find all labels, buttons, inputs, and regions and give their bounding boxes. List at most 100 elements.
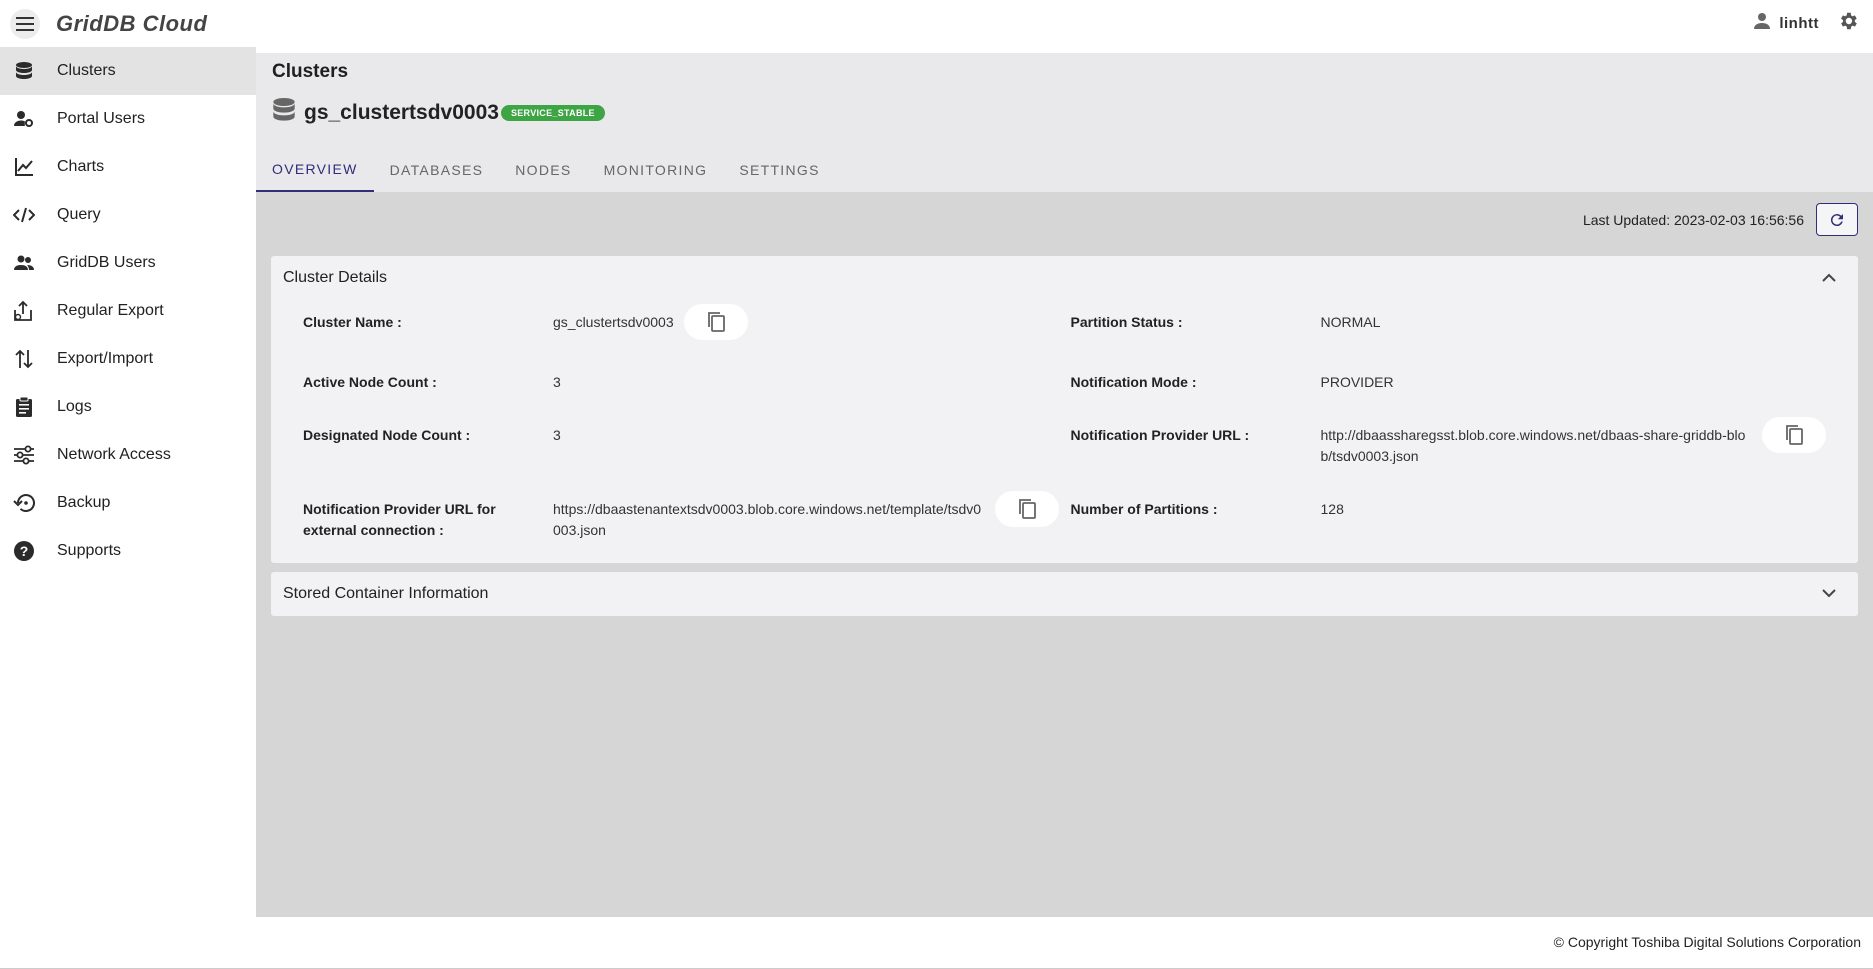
sidebar-item-network-access[interactable]: Network Access: [0, 431, 256, 479]
page-title: Clusters: [272, 61, 349, 82]
sidebar-item-label: Clusters: [57, 62, 116, 79]
sidebar-item-label: Supports: [57, 542, 122, 559]
sidebar-item-label: Backup: [57, 494, 111, 511]
sidebar-item-supports[interactable]: ? Supports: [0, 527, 256, 575]
chevron-up-icon: [1822, 269, 1836, 287]
main-content: Clusters gs_clustertsdv0003 SERVICE_STAB…: [256, 53, 1873, 917]
page-header: Clusters gs_clustertsdv0003 SERVICE_STAB…: [256, 53, 1873, 192]
sidebar-item-regular-export[interactable]: Regular Export: [0, 287, 256, 335]
detail-row-cluster-name: Cluster Name : gs_clustertsdv0003: [303, 304, 1059, 372]
svg-text:?: ?: [20, 543, 29, 559]
detail-value: http://dbaassharegsst.blob.core.windows.…: [1320, 427, 1746, 464]
cluster-name: gs_clustertsdv0003: [304, 100, 499, 124]
help-icon: ?: [13, 540, 35, 562]
database-icon: [272, 96, 296, 129]
detail-row-provider-url: Notification Provider URL : http://dbaas…: [1070, 417, 1826, 499]
detail-row-partition-status: Partition Status : NORMAL: [1071, 312, 1827, 372]
users-icon: [13, 252, 35, 274]
tab-monitoring[interactable]: MONITORING: [588, 148, 724, 192]
detail-row-notification-mode: Notification Mode : PROVIDER: [1071, 372, 1827, 425]
detail-label: Partition Status :: [1070, 314, 1183, 330]
top-bar: linhtt: [256, 0, 1873, 47]
line-chart-icon: [13, 156, 35, 178]
tab-bar: OVERVIEW DATABASES NODES MONITORING SETT…: [256, 148, 836, 192]
export-icon: [13, 300, 35, 322]
last-updated-row: Last Updated: 2023-02-03 16:56:56: [271, 192, 1858, 247]
cluster-title-row: gs_clustertsdv0003 SERVICE_STABLE: [272, 96, 1857, 129]
detail-value: 3: [553, 427, 561, 443]
copy-button[interactable]: [1762, 417, 1826, 453]
overview-content: Last Updated: 2023-02-03 16:56:56 Cluste…: [256, 192, 1873, 616]
sidebar-item-label: Regular Export: [57, 302, 164, 319]
detail-label: Notification Provider URL :: [1070, 427, 1250, 443]
user-icon: [1753, 12, 1771, 35]
sidebar-item-portal-users[interactable]: Portal Users: [0, 95, 256, 143]
sidebar-item-label: Portal Users: [57, 110, 146, 127]
brand-row: GridDB Cloud: [0, 0, 256, 47]
chevron-down-icon: [1822, 585, 1836, 603]
sidebar-item-griddb-users[interactable]: GridDB Users: [0, 239, 256, 287]
gear-icon[interactable]: [1837, 10, 1859, 37]
code-icon: [13, 204, 35, 226]
stored-container-header[interactable]: Stored Container Information: [271, 572, 1858, 616]
brand-logo: GridDB Cloud: [56, 10, 208, 36]
sidebar-item-logs[interactable]: Logs: [0, 383, 256, 431]
detail-value: 3: [553, 374, 561, 390]
refresh-icon: [1830, 213, 1843, 226]
copy-button[interactable]: [994, 491, 1059, 527]
sidebar-item-clusters[interactable]: Clusters: [0, 47, 256, 95]
backup-icon: [13, 492, 35, 514]
detail-value: 128: [1320, 501, 1344, 517]
sidebar: GridDB Cloud Clusters Portal Users Chart…: [0, 0, 256, 917]
clipboard-icon: [13, 396, 35, 418]
database-icon: [13, 60, 35, 82]
stored-container-panel: Stored Container Information: [271, 572, 1858, 616]
sidebar-item-label: Export/Import: [57, 350, 154, 367]
details-left-column: Cluster Name : gs_clustertsdv0003 Active…: [303, 304, 1059, 541]
footer: © Copyright Toshiba Digital Solutions Co…: [0, 917, 1873, 969]
detail-label: Notification Mode :: [1070, 374, 1197, 390]
sidebar-item-label: Charts: [57, 158, 105, 175]
panel-title: Stored Container Information: [283, 585, 489, 602]
tab-settings[interactable]: SETTINGS: [723, 148, 835, 192]
status-badge: SERVICE_STABLE: [500, 104, 605, 121]
sidebar-item-export-import[interactable]: Export/Import: [0, 335, 256, 383]
panel-title: Cluster Details: [283, 269, 388, 286]
user-menu[interactable]: linhtt: [1753, 12, 1819, 35]
detail-value: PROVIDER: [1320, 374, 1394, 390]
detail-label: Number of Partitions :: [1070, 501, 1218, 517]
user-gear-icon: [13, 108, 35, 130]
tab-overview[interactable]: OVERVIEW: [256, 148, 374, 192]
detail-value: gs_clustertsdv0003: [553, 314, 674, 330]
detail-value: https://dbaastenantextsdv0003.blob.core.…: [553, 501, 982, 538]
sidebar-item-label: Query: [57, 206, 101, 223]
detail-label: Cluster Name :: [303, 314, 402, 330]
copyright-text: © Copyright Toshiba Digital Solutions Co…: [1553, 934, 1861, 950]
tab-nodes[interactable]: NODES: [499, 148, 587, 192]
sidebar-item-charts[interactable]: Charts: [0, 143, 256, 191]
detail-label: Notification Provider URL for external c…: [303, 501, 496, 538]
sidebar-item-label: Network Access: [57, 446, 171, 463]
network-icon: [13, 444, 35, 466]
detail-row-active-node-count: Active Node Count : 3: [303, 372, 1059, 425]
details-right-column: Partition Status : NORMAL Notification M…: [1070, 312, 1827, 541]
tab-databases[interactable]: DATABASES: [374, 148, 500, 192]
cluster-details-panel: Cluster Details Cluster Name : gs_cluste…: [271, 256, 1858, 563]
refresh-button[interactable]: [1816, 203, 1858, 236]
menu-icon[interactable]: [10, 8, 40, 39]
copy-icon: [1018, 499, 1036, 519]
sidebar-item-label: GridDB Users: [57, 254, 156, 271]
sidebar-item-backup[interactable]: Backup: [0, 479, 256, 527]
detail-row-external-url: Notification Provider URL for external c…: [303, 491, 1059, 541]
copy-button[interactable]: [683, 304, 748, 340]
detail-row-designated-node-count: Designated Node Count : 3: [303, 425, 1059, 499]
sidebar-item-query[interactable]: Query: [0, 191, 256, 239]
cluster-details-body: Cluster Name : gs_clustertsdv0003 Active…: [271, 300, 1858, 563]
detail-value: NORMAL: [1320, 314, 1381, 330]
last-updated: Last Updated: 2023-02-03 16:56:56: [1582, 211, 1804, 228]
copy-icon: [1786, 425, 1803, 445]
detail-row-number-of-partitions: Number of Partitions : 128: [1071, 499, 1827, 520]
sidebar-item-label: Logs: [57, 398, 92, 415]
username: linhtt: [1779, 15, 1819, 32]
cluster-details-header[interactable]: Cluster Details: [271, 256, 1858, 300]
